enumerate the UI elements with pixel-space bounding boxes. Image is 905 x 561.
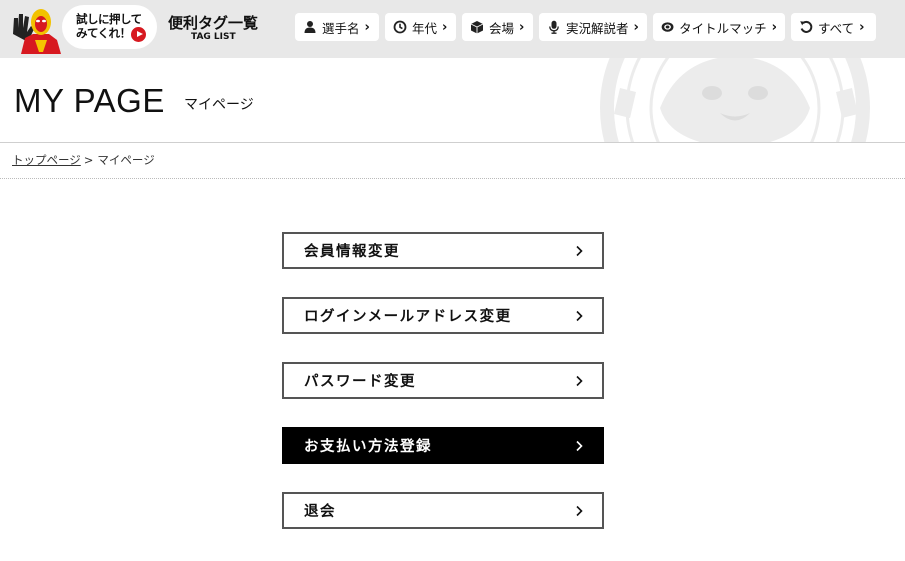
chevron-right-icon [576, 245, 583, 256]
chevron-right-icon: › [364, 19, 370, 35]
try-me-bubble[interactable]: 試しに押して みてくれ！ [62, 5, 157, 49]
chevron-right-icon [576, 375, 583, 386]
page-header: MY PAGE マイページ [0, 58, 905, 143]
member-info-change-button[interactable]: 会員情報変更 [282, 232, 604, 269]
breadcrumb-current: マイページ [97, 153, 155, 167]
breadcrumb-home-link[interactable]: トップページ [12, 153, 81, 167]
breadcrumb: トップページ > マイページ [12, 152, 155, 168]
clock-icon [393, 20, 407, 34]
unsubscribe-button[interactable]: 退会 [282, 492, 604, 529]
chevron-right-icon: › [519, 19, 525, 35]
nav-label: 年代 [412, 20, 438, 36]
nav-player-name[interactable]: 選手名 › [295, 13, 379, 41]
top-bar: 試しに押して みてくれ！ 便利タグ一覧 TAG LIST 選手名 › 年代 › … [0, 0, 905, 58]
nav-label: 選手名 [322, 20, 360, 36]
belt-icon [661, 22, 674, 32]
chevron-right-icon: › [633, 19, 639, 35]
microphone-icon [549, 20, 559, 34]
person-icon [304, 21, 316, 33]
chevron-right-icon: › [442, 19, 448, 35]
nav-label: タイトルマッチ [679, 20, 767, 36]
nav-all[interactable]: すべて › [791, 13, 876, 41]
nav-era[interactable]: 年代 › [385, 13, 456, 41]
tag-list-title: 便利タグ一覧 [168, 14, 259, 32]
nav-commentator[interactable]: 実況解説者 › [539, 13, 647, 41]
menu-label: ログインメールアドレス変更 [304, 309, 512, 325]
lion-emblem-icon [600, 58, 870, 142]
chevron-right-icon: › [771, 19, 777, 35]
nav-label: 実況解説者 [566, 20, 629, 36]
nav-venue[interactable]: 会場 › [462, 13, 533, 41]
reload-icon [800, 20, 813, 33]
nav-title-match[interactable]: タイトルマッチ › [653, 13, 785, 41]
page-title: MY PAGE [14, 82, 165, 119]
box-icon [470, 21, 484, 34]
chevron-right-icon: › [859, 19, 865, 35]
chevron-right-icon [576, 440, 583, 451]
menu-label: 退会 [304, 504, 336, 520]
menu-label: パスワード変更 [304, 374, 416, 390]
mascot-icon[interactable] [11, 4, 63, 54]
play-icon[interactable] [131, 27, 146, 42]
nav-label: すべて [818, 20, 855, 36]
chevron-right-icon [576, 505, 583, 516]
nav-label: 会場 [489, 20, 515, 36]
page-subtitle: マイページ [184, 97, 254, 113]
tag-list-subtitle: TAG LIST [191, 32, 236, 42]
login-email-change-button[interactable]: ログインメールアドレス変更 [282, 297, 604, 334]
divider [0, 178, 905, 179]
chevron-right-icon [576, 310, 583, 321]
menu-label: お支払い方法登録 [304, 439, 432, 455]
password-change-button[interactable]: パスワード変更 [282, 362, 604, 399]
menu-label: 会員情報変更 [304, 244, 400, 260]
payment-method-button[interactable]: お支払い方法登録 [282, 427, 604, 464]
breadcrumb-separator: > [83, 153, 94, 167]
